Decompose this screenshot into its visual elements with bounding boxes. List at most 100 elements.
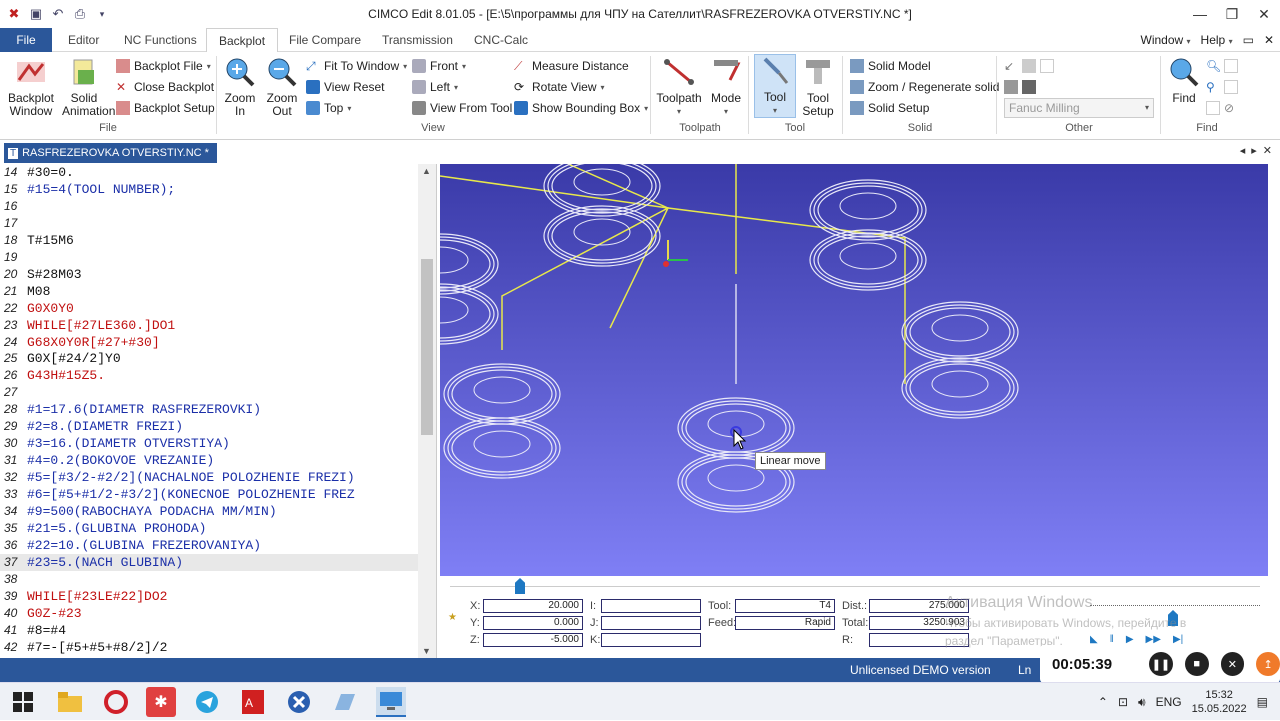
tab-transmission[interactable]: Transmission bbox=[382, 28, 453, 52]
code-line[interactable]: 21 M08 bbox=[0, 283, 418, 300]
scrollbar-thumb[interactable] bbox=[421, 259, 433, 435]
fit-to-window-button[interactable]: ⤢ Fit To Window ▾ bbox=[306, 56, 407, 76]
backplot-file-button[interactable]: Backplot File ▾ bbox=[116, 56, 211, 76]
undo-icon[interactable]: ↶ bbox=[50, 6, 66, 22]
solid-setup-button[interactable]: Solid Setup bbox=[850, 98, 929, 118]
network-icon[interactable]: ⊡ bbox=[1118, 695, 1128, 709]
code-line[interactable]: 35 #21=5.(GLUBINA PROHODA) bbox=[0, 520, 418, 537]
end-icon[interactable]: ▶| bbox=[1173, 634, 1183, 645]
code-line[interactable]: 30 #3=16.(DIAMETR OTVERSTIYA) bbox=[0, 435, 418, 452]
code-line[interactable]: 28 #1=17.6(DIAMETR RASFREZEROVKI) bbox=[0, 401, 418, 418]
notifications-icon[interactable]: ▤ bbox=[1257, 695, 1268, 709]
code-line[interactable]: 31 #4=0.2(BOKOVOE VREZANIE) bbox=[0, 452, 418, 469]
stop-recording-button[interactable]: ■ bbox=[1184, 652, 1209, 676]
zoom-regenerate-button[interactable]: Zoom / Regenerate solid bbox=[850, 77, 999, 97]
fast-forward-icon[interactable]: ▶▶ bbox=[1146, 634, 1161, 645]
progress-slider[interactable] bbox=[515, 578, 525, 594]
code-line[interactable]: 22 G0X0Y0 bbox=[0, 300, 418, 317]
code-line[interactable]: 24 G68X0Y0R[#27+#30] bbox=[0, 334, 418, 351]
save-icon[interactable]: ▣ bbox=[28, 6, 44, 22]
code-line[interactable]: 41 #8=#4 bbox=[0, 622, 418, 639]
code-line[interactable]: 39 WHILE[#23LE#22]DO2 bbox=[0, 588, 418, 605]
minimize-button[interactable]: — bbox=[1184, 0, 1216, 28]
step-back-icon[interactable]: ◣ bbox=[1090, 634, 1098, 645]
mode-button[interactable]: Mode ▾ bbox=[706, 56, 746, 118]
show-bounding-box-button[interactable]: Show Bounding Box ▾ bbox=[514, 98, 648, 118]
code-line[interactable]: 37 #23=5.(NACH GLUBINA) bbox=[0, 553, 418, 571]
zoom-out-button[interactable]: Zoom Out bbox=[262, 56, 302, 118]
rotate-view-button[interactable]: ⟳ Rotate View ▾ bbox=[514, 77, 605, 97]
code-line[interactable]: 40 G0Z-#23 bbox=[0, 605, 418, 622]
find-button[interactable]: Find bbox=[1164, 56, 1204, 105]
code-line[interactable]: 33 #6=[#5+#1/2-#3/2](KONECNOE POLOZHENIE … bbox=[0, 486, 418, 503]
code-line[interactable]: 18 T#15M6 bbox=[0, 232, 418, 249]
code-line[interactable]: 14 #30=0. bbox=[0, 164, 418, 181]
measure-distance-button[interactable]: ⟋ Measure Distance bbox=[514, 56, 629, 76]
ribbon-close-icon[interactable]: ✕ bbox=[1264, 28, 1274, 54]
code-line[interactable]: 38 bbox=[0, 571, 418, 588]
other-tool-2[interactable] bbox=[1004, 77, 1036, 97]
backplot-canvas[interactable] bbox=[440, 164, 1268, 576]
customize-icon[interactable]: ▾ bbox=[94, 6, 110, 22]
tab-close-icon[interactable]: ✕ bbox=[1263, 144, 1272, 157]
code-line[interactable]: 16 bbox=[0, 198, 418, 215]
code-line[interactable]: 19 bbox=[0, 249, 418, 266]
pdf-reader-icon[interactable]: A bbox=[238, 687, 268, 717]
code-line[interactable]: 26 G43H#15Z5. bbox=[0, 367, 418, 384]
file-explorer-icon[interactable] bbox=[55, 687, 85, 717]
tab-next-icon[interactable]: ▸ bbox=[1251, 144, 1257, 157]
scroll-up-icon[interactable]: ▲ bbox=[422, 166, 431, 176]
help-menu[interactable]: Help ▾ bbox=[1201, 28, 1233, 54]
front-view-button[interactable]: Front ▾ bbox=[412, 56, 466, 76]
language-indicator[interactable]: ENG bbox=[1156, 695, 1182, 709]
tab-prev-icon[interactable]: ◂ bbox=[1240, 144, 1246, 157]
editor-scrollbar[interactable]: ▲ ▼ bbox=[418, 164, 436, 658]
tab-cnc-calc[interactable]: CNC-Calc bbox=[474, 28, 528, 52]
monitor-icon[interactable] bbox=[376, 687, 406, 717]
tray-expand-icon[interactable]: ⌃ bbox=[1098, 695, 1108, 709]
document-tab[interactable]: T RASFREZEROVKA OTVERSTIY.NC * bbox=[4, 143, 217, 163]
close-button[interactable]: ✕ bbox=[1248, 0, 1280, 28]
left-view-button[interactable]: Left ▾ bbox=[412, 77, 458, 97]
tab-editor[interactable]: Editor bbox=[68, 28, 99, 52]
code-line[interactable]: 20 S#28M03 bbox=[0, 266, 418, 283]
code-line[interactable]: 34 #9=500(RABOCHAYA PODACHA MM/MIN) bbox=[0, 503, 418, 520]
code-line[interactable]: 17 bbox=[0, 215, 418, 232]
speaker-icon[interactable]: 🔊︎ bbox=[1138, 695, 1146, 710]
backplot-setup-button[interactable]: Backplot Setup bbox=[116, 98, 215, 118]
backplot-viewport[interactable]: Linear move bbox=[440, 164, 1268, 576]
pause-recording-button[interactable]: ❚❚ bbox=[1149, 652, 1173, 676]
notes-icon[interactable] bbox=[330, 687, 360, 717]
tab-nc-functions[interactable]: NC Functions bbox=[124, 28, 197, 52]
ribbon-minimize-icon[interactable]: ▭ bbox=[1243, 28, 1254, 54]
tab-backplot[interactable]: Backplot bbox=[206, 28, 279, 53]
replace-button[interactable]: ⚲ bbox=[1206, 77, 1238, 97]
app-icon-blue[interactable] bbox=[284, 687, 314, 717]
code-line[interactable]: 29 #2=8.(DIAMETR FREZI) bbox=[0, 418, 418, 435]
solid-animation-button[interactable]: Solid Animation bbox=[62, 56, 115, 118]
other-tool-1[interactable]: ↙ bbox=[1004, 56, 1054, 76]
speed-track[interactable] bbox=[1090, 596, 1260, 606]
code-line[interactable]: 25 G0X[#24/2]Y0 bbox=[0, 350, 418, 367]
code-line[interactable]: 42 #7=-[#5+#5+#8/2]/2 bbox=[0, 639, 418, 656]
app-icon[interactable]: ✖ bbox=[6, 6, 22, 22]
goto-button[interactable]: ⊘ bbox=[1206, 98, 1238, 118]
view-reset-button[interactable]: View Reset bbox=[306, 77, 384, 97]
code-line[interactable]: 36 #22=10.(GLUBINA FREZEROVANIYA) bbox=[0, 537, 418, 554]
start-button[interactable] bbox=[8, 687, 38, 717]
view-from-tool-button[interactable]: View From Tool bbox=[412, 98, 512, 118]
close-backplot-button[interactable]: ✕ Close Backplot bbox=[116, 77, 214, 97]
solid-model-button[interactable]: Solid Model bbox=[850, 56, 931, 76]
tool-button[interactable]: Tool ▾ bbox=[754, 54, 796, 118]
file-menu[interactable]: File bbox=[0, 28, 52, 52]
zoom-in-button[interactable]: Zoom In bbox=[220, 56, 260, 118]
cimco-icon[interactable]: ✱ bbox=[146, 687, 176, 717]
window-menu[interactable]: Window ▾ bbox=[1141, 28, 1191, 54]
opera-icon[interactable] bbox=[101, 687, 131, 717]
scroll-down-icon[interactable]: ▼ bbox=[422, 646, 431, 656]
cancel-recording-button[interactable]: ✕ bbox=[1220, 652, 1245, 676]
step-icon[interactable]: ▶ bbox=[1126, 634, 1134, 645]
machine-select[interactable]: Fanuc Milling ▾ bbox=[1004, 98, 1154, 118]
backplot-window-button[interactable]: Backplot Window bbox=[6, 56, 56, 118]
code-line[interactable]: 27 bbox=[0, 384, 418, 401]
